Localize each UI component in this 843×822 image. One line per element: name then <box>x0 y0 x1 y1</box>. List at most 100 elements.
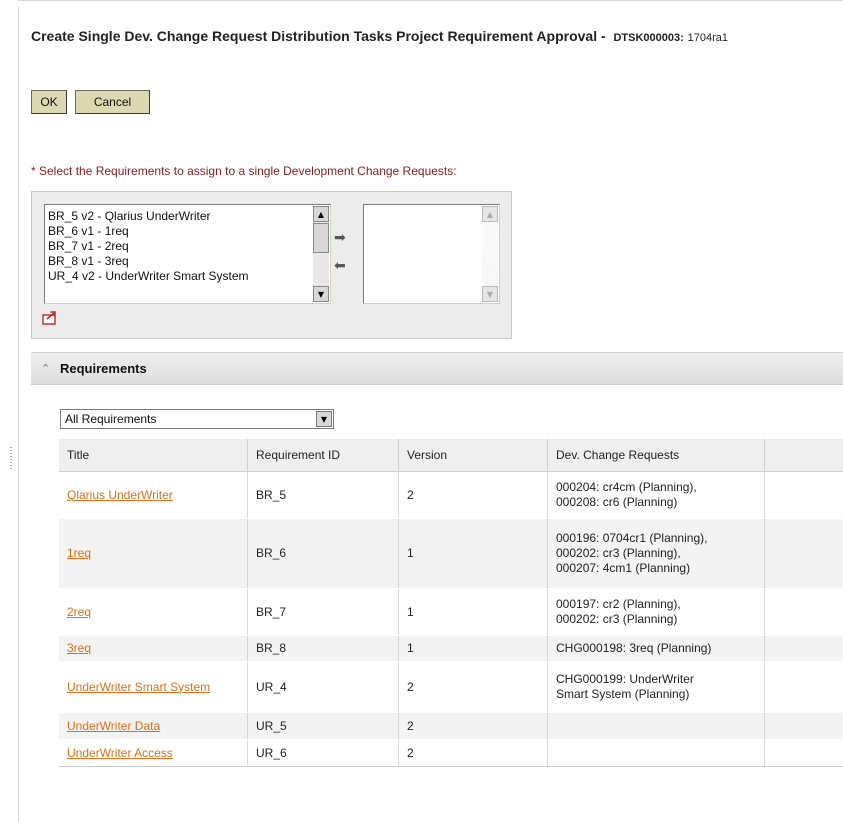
empty-cell <box>764 518 843 589</box>
empty-cell <box>764 712 843 740</box>
table-row: 3req BR_8 1 CHG000198: 3req (Planning) <box>59 635 843 662</box>
selected-list-scrollbar[interactable]: ▲ ▼ <box>482 206 498 302</box>
requirement-id-cell: BR_5 <box>247 471 399 519</box>
dev-change-requests-cell: CHG000199: UnderWriter Smart System (Plan… <box>547 661 765 713</box>
column-header-title[interactable]: Title <box>59 439 248 472</box>
requirement-link[interactable]: UnderWriter Smart System <box>67 680 210 694</box>
dev-change-requests-cell: CHG000198: 3req (Planning) <box>547 635 765 662</box>
scroll-down-arrow-icon[interactable]: ▼ <box>482 286 498 302</box>
left-border <box>18 6 19 822</box>
requirement-id-cell: UR_5 <box>247 712 399 740</box>
available-list-scrollbar[interactable]: ▲ ▼ <box>313 206 329 302</box>
list-item[interactable]: BR_8 v1 - 3req <box>48 254 310 269</box>
move-left-arrow-icon[interactable]: ⬅ <box>334 258 346 274</box>
requirement-id-cell: BR_6 <box>247 518 399 589</box>
list-item[interactable]: BR_6 v1 - 1req <box>48 224 310 239</box>
empty-cell <box>764 739 843 767</box>
dev-change-requests-cell <box>547 739 765 767</box>
move-right-arrow-icon[interactable]: ➡ <box>334 230 346 246</box>
top-border <box>18 0 843 7</box>
dcr-line: 000202: cr3 (Planning), <box>556 546 681 560</box>
scroll-down-arrow-icon[interactable]: ▼ <box>313 286 329 302</box>
column-header-empty <box>764 439 843 472</box>
cancel-button[interactable]: Cancel <box>75 90 150 114</box>
requirements-table: Title Requirement ID Version Dev. Change… <box>59 439 843 767</box>
version-cell: 2 <box>398 661 548 713</box>
page-header: Create Single Dev. Change Request Distri… <box>31 28 728 44</box>
list-item[interactable]: UR_4 v2 - UnderWriter Smart System <box>48 269 310 284</box>
export-icon[interactable] <box>41 309 59 327</box>
requirement-id-cell: BR_7 <box>247 588 399 636</box>
dcr-line: CHG000199: UnderWriter <box>556 672 694 686</box>
version-cell: 2 <box>398 739 548 767</box>
title-cell: 2req <box>59 588 248 636</box>
table-row: UnderWriter Data UR_5 2 <box>59 712 843 740</box>
dcr-line: Smart System (Planning) <box>556 687 690 701</box>
available-requirements-list[interactable]: BR_5 v2 - Qlarius UnderWriter BR_6 v1 - … <box>44 204 331 304</box>
table-row: UnderWriter Smart System UR_4 2 CHG00019… <box>59 661 843 713</box>
dcr-line: 000207: 4cm1 (Planning) <box>556 561 691 575</box>
title-cell: 3req <box>59 635 248 662</box>
column-header-dev-change-requests[interactable]: Dev. Change Requests <box>547 439 765 472</box>
requirements-section-header[interactable]: ⌃ Requirements <box>31 352 843 385</box>
selected-requirements-list[interactable]: ▲ ▼ <box>363 204 500 304</box>
column-header-requirement-id[interactable]: Requirement ID <box>247 439 399 472</box>
list-item[interactable]: BR_5 v2 - Qlarius UnderWriter <box>48 209 310 224</box>
dev-change-requests-cell <box>547 712 765 740</box>
table-row: Qlarius UnderWriter BR_5 2 000204: cr4cm… <box>59 471 843 519</box>
title-cell: UnderWriter Smart System <box>59 661 248 713</box>
version-cell: 2 <box>398 712 548 740</box>
empty-cell <box>764 635 843 662</box>
requirement-selector-panel: BR_5 v2 - Qlarius UnderWriter BR_6 v1 - … <box>31 191 512 339</box>
ok-button[interactable]: OK <box>31 90 67 114</box>
requirements-filter-select[interactable]: All Requirements ▼ <box>60 409 334 429</box>
version-cell: 1 <box>398 518 548 589</box>
dropdown-arrow-icon[interactable]: ▼ <box>316 411 332 427</box>
title-cell: UnderWriter Access <box>59 739 248 767</box>
version-cell: 1 <box>398 588 548 636</box>
empty-cell <box>764 661 843 713</box>
column-header-version[interactable]: Version <box>398 439 548 472</box>
task-number: 1704ra1 <box>687 32 729 44</box>
scroll-up-arrow-icon[interactable]: ▲ <box>313 206 329 222</box>
dcr-line: 000196: 0704cr1 (Planning), <box>556 531 708 545</box>
version-cell: 1 <box>398 635 548 662</box>
requirement-id-cell: UR_4 <box>247 661 399 713</box>
requirement-link[interactable]: Qlarius UnderWriter <box>67 488 173 502</box>
dev-change-requests-cell: 000197: cr2 (Planning), 000202: cr3 (Plan… <box>547 588 765 636</box>
collapse-chevron-icon[interactable]: ⌃ <box>41 362 50 375</box>
dcr-line: 000197: cr2 (Planning), <box>556 597 681 611</box>
dev-change-requests-cell: 000204: cr4cm (Planning), 000208: cr6 (Pl… <box>547 471 765 519</box>
requirement-link[interactable]: UnderWriter Data <box>67 719 160 733</box>
title-cell: Qlarius UnderWriter <box>59 471 248 519</box>
table-header-row: Title Requirement ID Version Dev. Change… <box>59 439 843 472</box>
list-item[interactable]: BR_7 v1 - 2req <box>48 239 310 254</box>
dcr-line: 000202: cr3 (Planning) <box>556 612 678 626</box>
requirement-link[interactable]: UnderWriter Access <box>67 746 173 760</box>
dev-change-requests-cell: 000196: 0704cr1 (Planning), 000202: cr3 (… <box>547 518 765 589</box>
dcr-line: CHG000198: 3req (Planning) <box>556 641 712 655</box>
title-cell: UnderWriter Data <box>59 712 248 740</box>
task-id: DTSK000003: <box>613 32 684 44</box>
page-title: Create Single Dev. Change Request Distri… <box>31 28 606 44</box>
requirement-id-cell: BR_8 <box>247 635 399 662</box>
filter-value: All Requirements <box>65 412 157 426</box>
scroll-up-arrow-icon[interactable]: ▲ <box>482 206 498 222</box>
empty-cell <box>764 588 843 636</box>
requirement-link[interactable]: 2req <box>67 605 91 619</box>
requirement-link[interactable]: 1req <box>67 546 91 560</box>
table-row: 2req BR_7 1 000197: cr2 (Planning), 00020… <box>59 588 843 636</box>
version-cell: 2 <box>398 471 548 519</box>
section-title: Requirements <box>60 361 147 376</box>
table-row: 1req BR_6 1 000196: 0704cr1 (Planning), 0… <box>59 518 843 589</box>
requirement-id-cell: UR_6 <box>247 739 399 767</box>
table-row: UnderWriter Access UR_6 2 <box>59 739 843 767</box>
instruction-text: * Select the Requirements to assign to a… <box>31 164 457 178</box>
dcr-line: 000204: cr4cm (Planning), <box>556 480 697 494</box>
scroll-thumb[interactable] <box>313 223 329 253</box>
empty-cell <box>764 471 843 519</box>
title-cell: 1req <box>59 518 248 589</box>
requirement-link[interactable]: 3req <box>67 641 91 655</box>
dcr-line: 000208: cr6 (Planning) <box>556 495 678 509</box>
resize-grip[interactable] <box>10 447 12 471</box>
